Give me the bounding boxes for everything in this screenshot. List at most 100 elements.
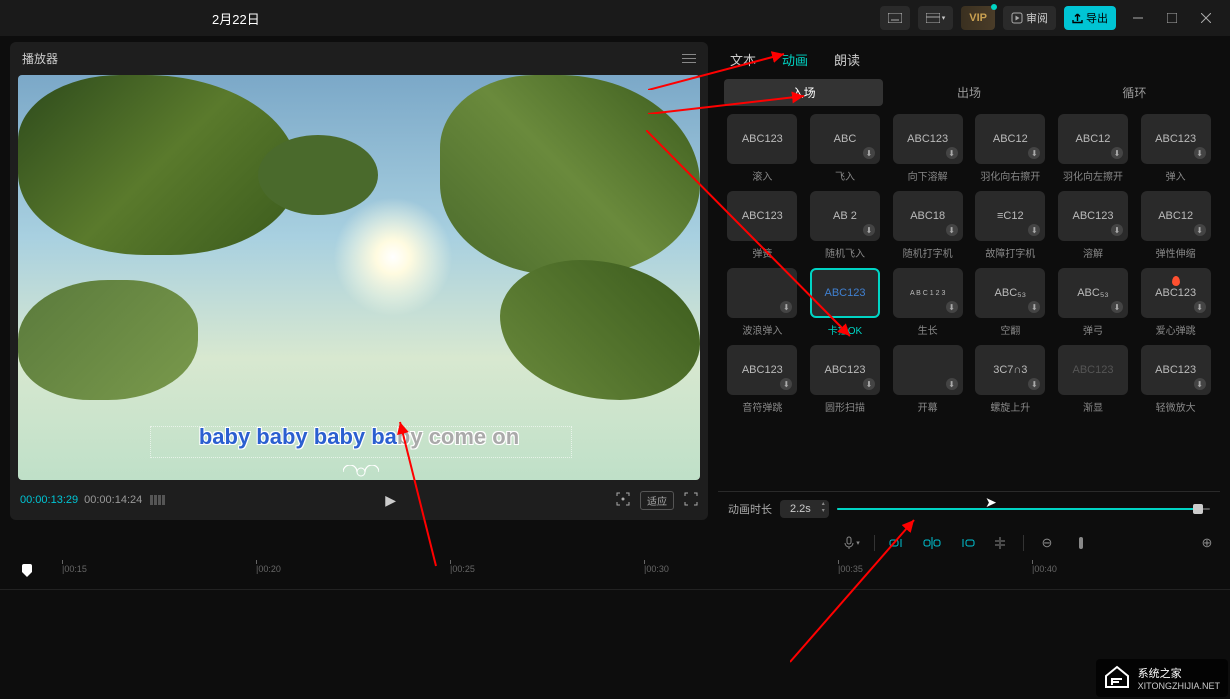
tab-动画[interactable]: 动画 [782, 50, 808, 69]
minimize-icon[interactable] [1126, 6, 1150, 30]
download-icon[interactable]: ⬇ [1028, 224, 1040, 236]
tick: |00:40 [1032, 564, 1057, 574]
download-icon[interactable]: ⬇ [1028, 147, 1040, 159]
animation-随机打字机[interactable]: ABC18⬇随机打字机 [889, 191, 966, 260]
animation-弹弓[interactable]: ABC₅₃⬇弹弓 [1055, 268, 1132, 337]
download-icon[interactable]: ⬇ [1194, 378, 1206, 390]
animation-label: 羽化向左擦开 [1063, 168, 1123, 183]
animation-故障打字机[interactable]: ≡C12⬇故障打字机 [972, 191, 1049, 260]
tab-文本[interactable]: 文本 [730, 50, 756, 69]
maximize-icon[interactable] [1160, 6, 1184, 30]
animation-飞入[interactable]: ABC⬇飞入 [807, 114, 884, 183]
duration-row: 动画时长 2.2s ▴▾ [718, 491, 1220, 526]
split-left-icon[interactable] [887, 532, 909, 554]
slider-knob[interactable] [1193, 504, 1203, 514]
animation-弹簧[interactable]: ABC123弹簧 [724, 191, 801, 260]
close-icon[interactable] [1194, 6, 1218, 30]
animation-空翻[interactable]: ABC₅₃⬇空翻 [972, 268, 1049, 337]
zoom-in-icon[interactable]: ⊕ [1196, 532, 1218, 554]
download-icon[interactable]: ⬇ [863, 224, 875, 236]
animation-随机飞入[interactable]: AB 2⬇随机飞入 [807, 191, 884, 260]
animation-label: 弹弓 [1083, 322, 1103, 337]
split-right-icon[interactable] [955, 532, 977, 554]
duration-label: 动画时长 [728, 501, 772, 517]
tick: |00:15 [62, 564, 87, 574]
download-icon[interactable]: ⬇ [1111, 224, 1123, 236]
video-preview[interactable]: baby baby baby baby come on [18, 75, 700, 480]
animation-螺旋上升[interactable]: 3C7∩3⬇螺旋上升 [972, 345, 1049, 414]
animation-label: 随机飞入 [825, 245, 865, 260]
fit-button[interactable]: 适应 [640, 491, 674, 510]
subtab-出场[interactable]: 出场 [889, 79, 1048, 106]
duration-input[interactable]: 2.2s ▴▾ [780, 500, 829, 518]
timeline-toolbar: ▾ ⊖ ⊕ [0, 526, 1230, 560]
tick: |00:30 [644, 564, 669, 574]
animation-圆形扫描[interactable]: ABC123⬇圆形扫描 [807, 345, 884, 414]
animation-label: 弹簧 [752, 245, 772, 260]
animation-label: 轻微放大 [1156, 399, 1196, 414]
focus-icon[interactable] [616, 492, 630, 509]
download-icon[interactable]: ⬇ [863, 147, 875, 159]
download-icon[interactable]: ⬇ [946, 378, 958, 390]
play-button[interactable]: ▶ [385, 492, 396, 509]
zoom-out-icon[interactable]: ⊖ [1036, 532, 1058, 554]
animation-弹入[interactable]: ABC123⬇弹入 [1137, 114, 1214, 183]
download-icon[interactable]: ⬇ [946, 224, 958, 236]
download-icon[interactable]: ⬇ [1028, 301, 1040, 313]
download-icon[interactable]: ⬇ [946, 301, 958, 313]
animation-卡拉OK[interactable]: ABC123卡拉OK [807, 268, 884, 337]
animation-波浪弹入[interactable]: ⬇波浪弹入 [724, 268, 801, 337]
animation-开幕[interactable]: ⬇ 开幕 [889, 345, 966, 414]
animation-羽化向右擦开[interactable]: ABC12⬇羽化向右擦开 [972, 114, 1049, 183]
animation-label: 向下溶解 [908, 168, 948, 183]
keyboard-shortcut-icon[interactable] [880, 6, 910, 30]
export-button[interactable]: 导出 [1064, 6, 1116, 30]
time-duration: 00:00:14:24 [84, 494, 142, 506]
review-button[interactable]: 审阅 [1003, 6, 1056, 30]
download-icon[interactable]: ⬇ [1111, 301, 1123, 313]
animation-轻微放大[interactable]: ABC123⬇轻微放大 [1137, 345, 1214, 414]
download-icon[interactable]: ⬇ [863, 378, 875, 390]
animation-label: 滚入 [752, 168, 772, 183]
download-icon[interactable]: ⬇ [946, 147, 958, 159]
vip-badge[interactable]: VIP [961, 6, 995, 30]
animation-羽化向左擦开[interactable]: ABC12⬇羽化向左擦开 [1055, 114, 1132, 183]
animation-弹性伸缩[interactable]: ABC12⬇弹性伸缩 [1137, 191, 1214, 260]
zoom-slider-icon[interactable] [1070, 532, 1092, 554]
timeline[interactable]: |00:15|00:20|00:25|00:30|00:35|00:40 [0, 560, 1230, 699]
download-icon[interactable]: ⬇ [1028, 378, 1040, 390]
download-icon[interactable]: ⬇ [1111, 147, 1123, 159]
animation-滚入[interactable]: ABC123滚入 [724, 114, 801, 183]
animation-label: 生长 [918, 322, 938, 337]
playhead[interactable] [22, 564, 32, 576]
player-menu-icon[interactable] [682, 54, 696, 63]
animation-生长[interactable]: A B C 1 2 3⬇生长 [889, 268, 966, 337]
fullscreen-icon[interactable] [684, 492, 698, 509]
tab-朗读[interactable]: 朗读 [834, 50, 860, 69]
duration-slider[interactable] [837, 508, 1210, 510]
animation-label: 随机打字机 [903, 245, 953, 260]
align-icon[interactable] [989, 532, 1011, 554]
timeline-ruler: |00:15|00:20|00:25|00:30|00:35|00:40 [0, 564, 1230, 590]
animation-爱心弹跳[interactable]: ABC123⬇爱心弹跳 [1137, 268, 1214, 337]
animation-label: 羽化向右擦开 [980, 168, 1040, 183]
player-title: 播放器 [22, 50, 58, 67]
mic-icon[interactable]: ▾ [840, 532, 862, 554]
animation-grid: ABC123滚入ABC⬇飞入ABC123⬇向下溶解ABC12⬇羽化向右擦开ABC… [724, 114, 1214, 414]
animation-label: 开幕 [918, 399, 938, 414]
subtab-循环[interactable]: 循环 [1055, 79, 1214, 106]
animation-溶解[interactable]: ABC123⬇溶解 [1055, 191, 1132, 260]
download-icon[interactable]: ⬇ [1194, 147, 1206, 159]
download-icon[interactable]: ⬇ [780, 378, 792, 390]
stepper-icon[interactable]: ▴▾ [822, 501, 825, 515]
animation-音符弹跳[interactable]: ABC123⬇音符弹跳 [724, 345, 801, 414]
animation-渐显[interactable]: ABC123渐显 [1055, 345, 1132, 414]
download-icon[interactable]: ⬇ [780, 301, 792, 313]
download-icon[interactable]: ⬇ [1194, 301, 1206, 313]
subtab-入场[interactable]: 入场 [724, 79, 883, 106]
split-center-icon[interactable] [921, 532, 943, 554]
selection-box[interactable] [150, 426, 572, 458]
animation-向下溶解[interactable]: ABC123⬇向下溶解 [889, 114, 966, 183]
layout-icon[interactable]: ▾ [918, 6, 954, 30]
download-icon[interactable]: ⬇ [1194, 224, 1206, 236]
